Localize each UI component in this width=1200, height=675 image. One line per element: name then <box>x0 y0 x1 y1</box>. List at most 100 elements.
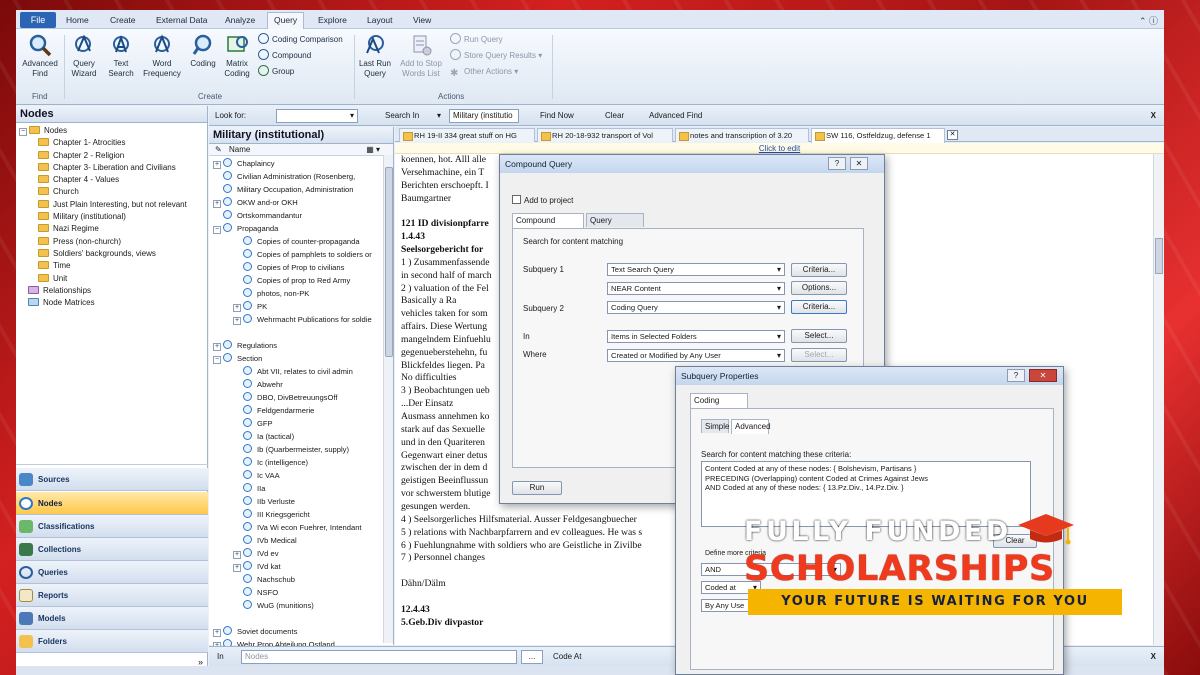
wunderbar-nodes[interactable]: Nodes <box>16 492 208 515</box>
help-icon[interactable]: ? <box>1007 369 1025 382</box>
node-list-item[interactable]: Nachschub <box>233 573 295 586</box>
file-menu[interactable]: File <box>20 12 56 28</box>
where-select[interactable]: Created or Modified by Any User <box>607 349 785 362</box>
close-tab-icon[interactable]: ✕ <box>947 130 958 140</box>
node-list-item[interactable]: Ib (Quarbermeister, supply) <box>233 443 349 456</box>
node-list-item[interactable]: − Section <box>213 352 262 365</box>
select-button[interactable]: Select... <box>791 329 847 343</box>
find-now-button[interactable]: Find Now <box>540 111 574 120</box>
query-wizard-button[interactable]: Query Wizard <box>68 33 100 79</box>
wunderbar-sources[interactable]: Sources <box>16 468 208 491</box>
wunderbar-classifications[interactable]: Classifications <box>16 515 208 538</box>
node-list-item[interactable]: Copies of pamphlets to soldiers or <box>233 248 372 261</box>
search-scope-field[interactable]: Military (institutio <box>449 109 519 123</box>
node-list-item[interactable]: Abwehr <box>233 378 283 391</box>
tab-query-options[interactable]: Query Options <box>586 213 644 238</box>
tab-view[interactable]: View <box>413 13 431 28</box>
node-list-item[interactable]: NSFO <box>233 586 278 599</box>
tab-compound-criteria[interactable]: Compound Criteria <box>512 213 584 238</box>
coding-comparison-button[interactable]: Coding Comparison <box>258 33 343 47</box>
node-list-item[interactable]: Ic (intelligence) <box>233 456 308 469</box>
node-list-item[interactable]: Copies of prop to Red Army <box>233 274 350 287</box>
word-frequency-button[interactable]: Word Frequency <box>140 33 184 79</box>
run-query-button[interactable]: Run Query <box>450 33 503 47</box>
node-list-item[interactable]: Abt VII, relates to civil admin <box>233 365 353 378</box>
subquery2-select[interactable]: Coding Query <box>607 301 785 314</box>
help-icon[interactable]: ? <box>828 157 846 170</box>
wunderbar-collections[interactable]: Collections <box>16 538 208 561</box>
tab-explore[interactable]: Explore <box>318 13 347 28</box>
close-icon[interactable]: ✕ <box>1029 369 1057 382</box>
wunderbar-folders[interactable]: Folders <box>16 630 208 653</box>
node-folder-item[interactable]: Chapter 4 - Values <box>16 174 207 186</box>
tree-item-relationships[interactable]: Relationships <box>16 285 207 297</box>
expand-icon[interactable]: + <box>233 304 241 312</box>
wunderbar-models[interactable]: Models <box>16 607 208 630</box>
coding-button[interactable]: Coding <box>188 33 218 69</box>
node-folder-item[interactable]: Chapter 2 - Religion <box>16 150 207 162</box>
options-button[interactable]: Options... <box>791 281 847 295</box>
node-list-item[interactable]: Copies of counter-propaganda <box>233 235 360 248</box>
wunderbar-queries[interactable]: Queries <box>16 561 208 584</box>
expand-icon[interactable]: + <box>213 200 221 208</box>
node-list-item[interactable]: + Wehrmacht Publications for soldie <box>233 313 372 326</box>
collapse-icon[interactable]: − <box>213 356 221 364</box>
node-list-item[interactable]: − Propaganda <box>213 222 278 235</box>
doc-tab[interactable]: RH 20-18-932 transport of Vol <box>537 128 673 142</box>
compound-button[interactable]: Compound <box>258 49 311 63</box>
node-list-item[interactable]: + PK <box>233 300 267 313</box>
criteria-button[interactable]: Criteria... <box>791 263 847 277</box>
last-run-query-button[interactable]: Last Run Query <box>358 33 392 79</box>
look-for-input[interactable]: ▾ <box>276 109 358 123</box>
expand-icon[interactable]: + <box>213 343 221 351</box>
node-folder-item[interactable]: Military (institutional) <box>16 211 207 223</box>
node-folder-item[interactable]: Time <box>16 260 207 272</box>
expand-icon[interactable]: + <box>213 629 221 637</box>
subquery1-select[interactable]: Text Search Query <box>607 263 785 276</box>
add-to-project-checkbox[interactable]: Add to project <box>512 195 573 205</box>
nodes-dropdown[interactable]: Nodes <box>241 650 517 664</box>
node-list-item[interactable]: GFP <box>233 417 273 430</box>
clear-button[interactable]: Clear <box>605 111 624 120</box>
expand-icon[interactable]: + <box>213 161 221 169</box>
node-list-item[interactable]: + IVd kat <box>233 560 281 573</box>
column-chooser-icon[interactable]: ▦ ▾ <box>366 144 380 156</box>
help-icons[interactable]: ⌃ ⓘ <box>1139 14 1158 27</box>
scrollbar-thumb[interactable] <box>385 167 393 357</box>
click-to-edit-link[interactable]: Click to edit <box>395 143 1164 154</box>
node-list-item[interactable]: Ic VAA <box>233 469 280 482</box>
node-list-item[interactable]: Ia (tactical) <box>233 430 294 443</box>
node-folder-item[interactable]: Soldiers' backgrounds, views <box>16 248 207 260</box>
expand-icon[interactable]: + <box>233 564 241 572</box>
tab-advanced[interactable]: Advanced <box>731 419 771 434</box>
node-list-item[interactable]: III Kriegsgericht <box>233 508 310 521</box>
doc-tab[interactable]: RH 19-II 334 great stuff on HG <box>399 128 535 142</box>
node-list-item[interactable]: Civilian Administration (Rosenberg, <box>213 170 355 183</box>
vertical-scrollbar[interactable] <box>383 155 393 643</box>
node-folder-item[interactable]: Just Plain Interesting, but not relevant <box>16 199 207 211</box>
doc-tab[interactable]: notes and transcription of 3.20 <box>675 128 809 142</box>
advanced-find-link[interactable]: Advanced Find <box>649 111 702 120</box>
select-button-disabled[interactable]: Select... <box>791 348 847 362</box>
close-find-bar-button[interactable]: X <box>1151 111 1156 120</box>
node-folder-item[interactable]: Nazi Regime <box>16 223 207 235</box>
other-actions-button[interactable]: ✱ Other Actions ▾ <box>450 65 518 79</box>
expand-icon[interactable]: + <box>233 551 241 559</box>
tab-home[interactable]: Home <box>66 13 89 28</box>
node-list-item[interactable]: photos, non-PK <box>233 287 309 300</box>
node-list-item[interactable]: IVb Medical <box>233 534 297 547</box>
column-header-name[interactable]: ✎ Name ▦ ▾ <box>209 144 393 156</box>
node-list-item[interactable]: + Regulations <box>213 339 277 352</box>
node-list-item[interactable]: Feldgendarmerie <box>233 404 314 417</box>
group-query-button[interactable]: Group <box>258 65 294 79</box>
node-list-item[interactable]: IIb Verluste <box>233 495 295 508</box>
node-list-item[interactable]: + IVd ev <box>233 547 279 560</box>
add-to-stop-words-button[interactable]: Add to Stop Words List <box>398 33 444 79</box>
tab-external-data[interactable]: External Data <box>156 13 208 28</box>
text-search-button[interactable]: Text Search <box>106 33 136 79</box>
advanced-find-button[interactable]: Advanced Find <box>20 33 60 79</box>
run-button[interactable]: Run <box>512 481 562 495</box>
scrollbar-thumb[interactable] <box>1155 238 1163 274</box>
node-list-item[interactable]: IVa Wi econ Fuehrer, Intendant <box>233 521 362 534</box>
close-icon[interactable]: ✕ <box>850 157 868 170</box>
